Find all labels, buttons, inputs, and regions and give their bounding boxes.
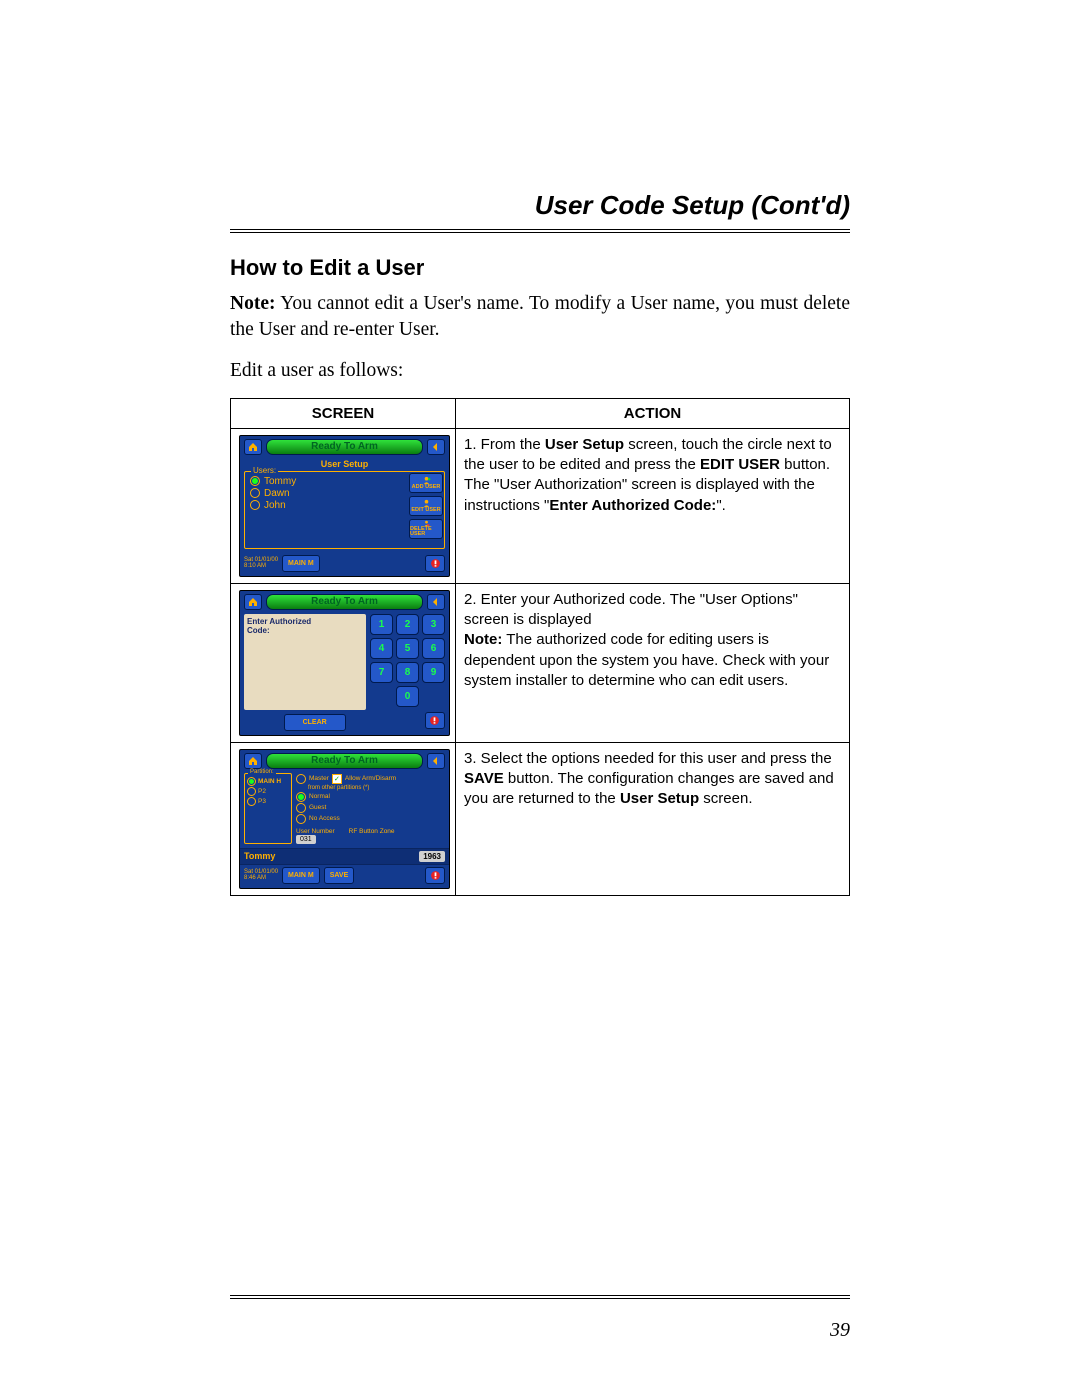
page-number: 39 [830, 1319, 850, 1342]
key-2: 2 [396, 614, 419, 635]
edit-user-button: EDIT USER [409, 496, 443, 516]
user-number-value: 031 [296, 835, 316, 844]
panic-icon [425, 712, 445, 729]
prompt-box: Enter Authorized Code: [244, 614, 366, 710]
add-user-button: ADD USER [409, 473, 443, 493]
device-screen-user-setup: Ready To Arm User Setup Users: Tommy Daw… [239, 435, 450, 577]
action-cell-2: 2. Enter your Authorized code. The "User… [456, 583, 850, 742]
back-icon [427, 439, 445, 455]
user-code-value: 1963 [419, 851, 445, 862]
key-7: 7 [370, 662, 393, 683]
user-name-bar: Tommy 1963 [240, 848, 449, 865]
home-icon [244, 753, 262, 769]
note-label: Note: [230, 293, 275, 314]
key-9: 9 [422, 662, 445, 683]
screen-cell-2: Ready To Arm Enter Authorized Code: 1 2 [231, 583, 456, 742]
keypad: 1 2 3 4 5 6 7 8 9 0 [370, 614, 445, 710]
key-1: 1 [370, 614, 393, 635]
delete-user-button: DELETE USER [409, 519, 443, 539]
back-icon [427, 594, 445, 610]
rule-bottom [230, 1295, 850, 1299]
key-0: 0 [396, 686, 419, 707]
timestamp: Sat 01/01/00 8:10 AM [244, 557, 278, 570]
home-icon [244, 594, 262, 610]
instruction-table: SCREEN ACTION Ready To Arm User Setup Us… [230, 398, 850, 896]
col-screen: SCREEN [231, 398, 456, 428]
radio-icon [296, 774, 306, 784]
options-middle: Master ✓Allow Arm/Disarm from other part… [296, 773, 445, 844]
panic-icon [425, 867, 445, 884]
main-menu-button: MAIN M [282, 555, 320, 572]
home-icon [244, 439, 262, 455]
screen-cell-1: Ready To Arm User Setup Users: Tommy Daw… [231, 428, 456, 583]
radio-icon [247, 777, 256, 786]
intro-text: Edit a user as follows: [230, 358, 850, 384]
key-5: 5 [396, 638, 419, 659]
action-cell-1: 1. From the User Setup screen, touch the… [456, 428, 850, 583]
radio-icon [296, 792, 306, 802]
timestamp: Sat 01/01/00 8:46 AM [244, 869, 278, 882]
radio-icon [250, 500, 260, 510]
users-legend: Users: [251, 466, 278, 475]
save-button: SAVE [324, 867, 355, 884]
radio-icon [247, 787, 256, 796]
note-text: You cannot edit a User's name. To modify… [230, 293, 850, 340]
back-icon [427, 753, 445, 769]
radio-icon [296, 803, 306, 813]
main-menu-button: MAIN M [282, 867, 320, 884]
key-3: 3 [422, 614, 445, 635]
key-6: 6 [422, 638, 445, 659]
device-screen-auth-code: Ready To Arm Enter Authorized Code: 1 2 [239, 590, 450, 736]
status-pill: Ready To Arm [266, 753, 423, 769]
status-pill: Ready To Arm [266, 594, 423, 610]
radio-icon [250, 488, 260, 498]
clear-button: CLEAR [284, 714, 346, 731]
radio-icon [296, 814, 306, 824]
status-pill: Ready To Arm [266, 439, 423, 455]
rule-top [230, 229, 850, 233]
screen-cell-3: Ready To Arm Partition: MAIN H P2 P3 [231, 742, 456, 895]
radio-icon [247, 797, 256, 806]
section-heading: How to Edit a User [230, 255, 850, 281]
partition-box: Partition: MAIN H P2 P3 [244, 773, 292, 844]
device-screen-user-options: Ready To Arm Partition: MAIN H P2 P3 [239, 749, 450, 889]
checkbox-icon: ✓ [332, 774, 342, 784]
note-paragraph: Note: You cannot edit a User's name. To … [230, 291, 850, 344]
key-4: 4 [370, 638, 393, 659]
panic-icon [425, 555, 445, 572]
chapter-title: User Code Setup (Cont'd) [230, 190, 850, 221]
col-action: ACTION [456, 398, 850, 428]
action-cell-3: 3. Select the options needed for this us… [456, 742, 850, 895]
radio-icon [250, 476, 260, 486]
key-8: 8 [396, 662, 419, 683]
